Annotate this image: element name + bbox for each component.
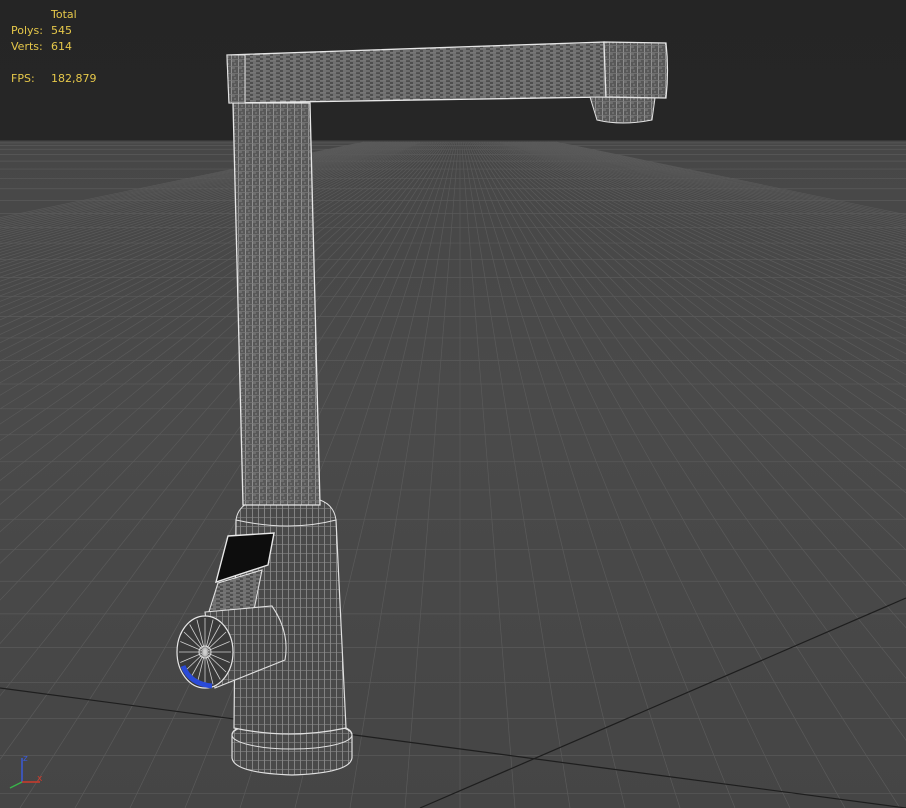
axis-gizmo-icon: z x bbox=[9, 754, 43, 789]
axis-x-label: x bbox=[37, 774, 43, 784]
polys-label: Polys: bbox=[11, 24, 43, 37]
polys-value: 545 bbox=[51, 24, 72, 37]
faucet-pipe[interactable] bbox=[232, 102, 321, 506]
perspective-viewport[interactable]: Total Polys: 545 Verts: 614 FPS: 182,879… bbox=[0, 0, 906, 808]
faucet-spout-end[interactable] bbox=[603, 41, 669, 99]
fps-label: FPS: bbox=[11, 72, 35, 85]
fps-value: 182,879 bbox=[51, 72, 97, 85]
ground-grid bbox=[0, 141, 906, 808]
verts-value: 614 bbox=[51, 40, 72, 53]
faucet-aerator[interactable] bbox=[589, 96, 656, 124]
statistics-overlay: Total Polys: 545 Verts: 614 FPS: 182,879 bbox=[11, 7, 97, 87]
stats-header: Total bbox=[51, 8, 77, 21]
faucet-spout-arm[interactable] bbox=[226, 41, 607, 104]
viewport-scene[interactable] bbox=[0, 0, 906, 808]
axis-z-label: z bbox=[23, 754, 28, 764]
verts-label: Verts: bbox=[11, 40, 43, 53]
